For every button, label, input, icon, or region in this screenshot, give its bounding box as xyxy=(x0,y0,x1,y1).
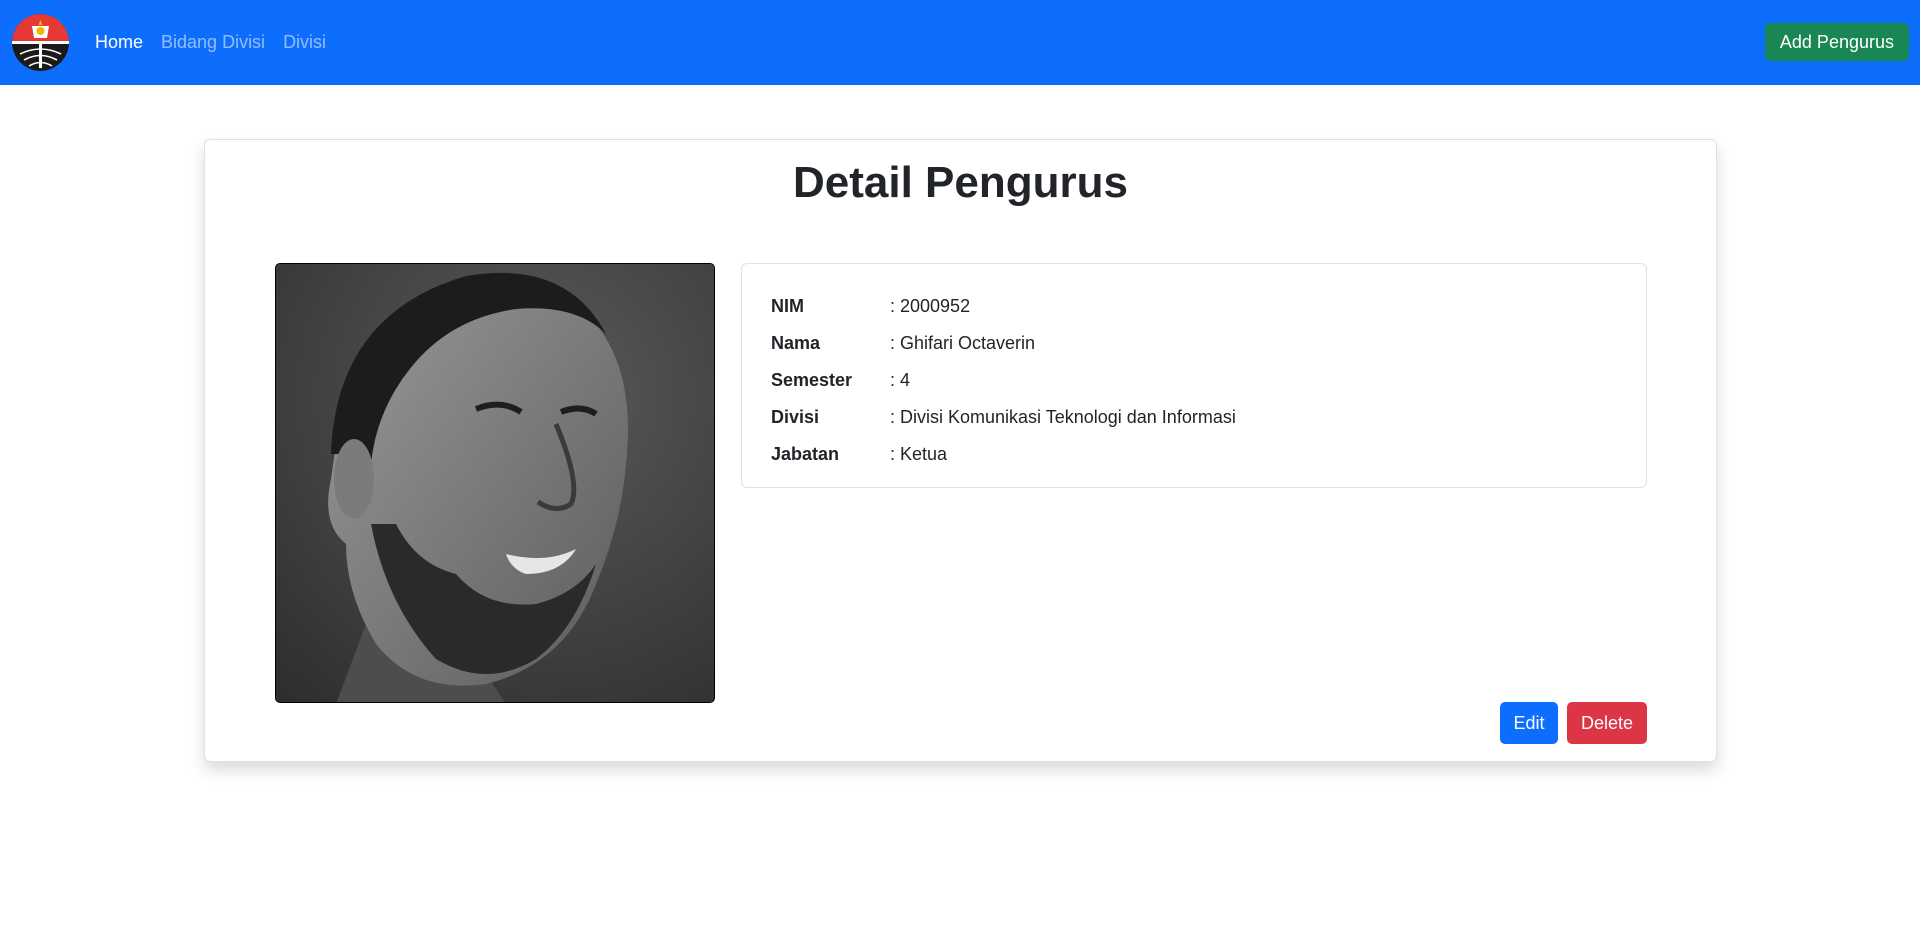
divisi-value: : Divisi Komunikasi Teknologi dan Inform… xyxy=(890,407,1236,427)
top-navbar: Home Bidang Divisi Divisi Add Pengurus xyxy=(0,0,1920,85)
nama-label: Nama xyxy=(771,333,821,353)
nav-link-home[interactable]: Home xyxy=(95,32,143,53)
delete-button[interactable]: Delete xyxy=(1567,702,1647,744)
nim-label: NIM xyxy=(771,296,804,316)
info-row-semester: Semester : 4 xyxy=(771,362,1617,399)
jabatan-value: : Ketua xyxy=(890,444,948,464)
info-row-divisi: Divisi : Divisi Komunikasi Teknologi dan… xyxy=(771,399,1617,436)
info-box: NIM : 2000952 Nama : Ghifari Octaverin S… xyxy=(741,263,1647,488)
info-row-nim: NIM : 2000952 xyxy=(771,288,1617,325)
profile-photo xyxy=(275,263,715,703)
info-row-nama: Nama : Ghifari Octaverin xyxy=(771,325,1617,362)
semester-value: : 4 xyxy=(890,370,911,390)
divisi-label: Divisi xyxy=(771,407,820,427)
semester-label: Semester xyxy=(771,370,853,390)
jabatan-label: Jabatan xyxy=(771,444,840,464)
nav-link-divisi[interactable]: Divisi xyxy=(283,32,326,53)
page-title: Detail Pengurus xyxy=(793,158,1128,207)
edit-button[interactable]: Edit xyxy=(1500,702,1558,744)
nama-value: : Ghifari Octaverin xyxy=(890,333,1036,353)
university-logo[interactable] xyxy=(12,14,69,71)
nav-link-bidang-divisi[interactable]: Bidang Divisi xyxy=(161,32,265,53)
nim-value: : 2000952 xyxy=(890,296,971,316)
nav-links: Home Bidang Divisi Divisi xyxy=(95,0,326,85)
detail-card: Detail Pengurus NIM: 2000952 Nama: Ghi… xyxy=(204,139,1717,762)
info-row-jabatan: Jabatan : Ketua xyxy=(771,436,1617,473)
add-pengurus-button[interactable]: Add Pengurus xyxy=(1764,23,1909,61)
